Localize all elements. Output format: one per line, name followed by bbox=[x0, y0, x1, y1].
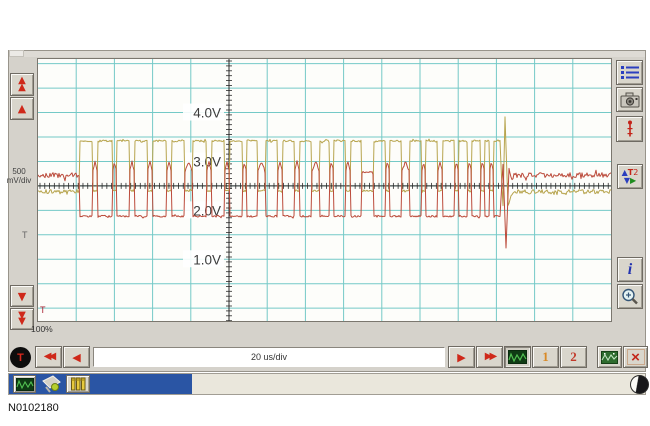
cursor-marker-icon bbox=[619, 119, 641, 139]
trigger-mode-button[interactable]: T bbox=[10, 347, 31, 368]
waveform-screen-icon bbox=[508, 350, 527, 364]
waveform-screen-icon bbox=[16, 378, 34, 391]
capture-screen-icon bbox=[601, 351, 618, 364]
trigger-level-marker: T bbox=[22, 230, 28, 240]
channel-2-button[interactable]: 2 bbox=[560, 346, 587, 368]
svg-text:1.0V: 1.0V bbox=[193, 252, 221, 267]
progress-fill bbox=[9, 374, 192, 394]
timebase-field: 20 us/div bbox=[93, 347, 445, 367]
channel-1-label: 1 bbox=[542, 349, 549, 365]
probe-icon bbox=[39, 374, 64, 394]
screen: ▲ ▲ ▲ 500 mV/div T ▼ ▼ ▼ 100% 4.0V3.0V2.… bbox=[0, 0, 650, 426]
channel-2-label: 2 bbox=[570, 349, 577, 365]
figure-label: N0102180 bbox=[8, 402, 59, 414]
close-x-icon: × bbox=[627, 349, 645, 365]
channel-1-button[interactable]: 1 bbox=[532, 346, 559, 368]
play-button[interactable]: ▶ bbox=[448, 346, 475, 368]
play-icon: ▶ bbox=[457, 352, 465, 363]
down-arrow-icon: ▼ bbox=[18, 291, 26, 302]
capture-button[interactable] bbox=[597, 346, 622, 368]
info-button[interactable]: i bbox=[617, 257, 643, 282]
waveform-plot: 4.0V3.0V2.0V1.0V bbox=[38, 59, 611, 321]
zoom-in-icon bbox=[620, 287, 640, 307]
snapshot-button[interactable] bbox=[616, 87, 643, 112]
status-bar bbox=[8, 373, 646, 395]
fast-forward-icon: ▶▶ bbox=[485, 352, 494, 362]
status-connector-button[interactable] bbox=[66, 375, 90, 393]
back-arrow-icon: ◀ bbox=[72, 352, 80, 363]
cursor-button[interactable] bbox=[616, 116, 643, 142]
double-down-arrow-icon: ▼ bbox=[18, 319, 26, 326]
trigger-t-label: T bbox=[17, 352, 24, 364]
vertical-scale-label: 500 mV/div bbox=[3, 167, 35, 185]
window-top-tab bbox=[9, 50, 24, 57]
step-back-button[interactable]: ◀ bbox=[63, 346, 90, 368]
scale-up-fast-button[interactable]: ▲ ▲ bbox=[10, 73, 34, 96]
timebase-value: 20 us/div bbox=[251, 352, 287, 362]
up-arrow-icon: ▲ bbox=[18, 103, 26, 114]
rewind-icon: ◀◀ bbox=[44, 352, 53, 362]
double-up-arrow-icon: ▲ bbox=[18, 85, 26, 92]
status-probe-button[interactable] bbox=[39, 374, 64, 394]
trigger-time-marker: T bbox=[40, 305, 46, 315]
live-view-button[interactable] bbox=[504, 346, 531, 368]
vertical-scale-value: 500 bbox=[3, 167, 35, 176]
info-icon: i bbox=[628, 261, 632, 279]
rewind-button[interactable]: ◀◀ bbox=[35, 346, 62, 368]
zoom-in-button[interactable] bbox=[617, 284, 643, 309]
trigger-slope-icon: ▶ bbox=[630, 176, 636, 185]
scale-up-button[interactable]: ▲ bbox=[10, 97, 34, 120]
camera-icon bbox=[619, 90, 641, 109]
close-capture-button[interactable]: × bbox=[623, 346, 648, 368]
scale-down-button[interactable]: ▼ bbox=[10, 285, 34, 307]
zoom-level-label: 100% bbox=[31, 324, 53, 334]
list-icon bbox=[620, 64, 640, 82]
status-waveform-button[interactable] bbox=[13, 375, 36, 393]
svg-text:4.0V: 4.0V bbox=[193, 106, 221, 121]
vertical-scale-unit: mV/div bbox=[3, 176, 35, 185]
measurement-list-button[interactable] bbox=[616, 60, 643, 85]
connector-pins-icon bbox=[70, 377, 87, 391]
trigger-settings-button[interactable]: ▲T2 ▼▶ bbox=[617, 164, 643, 189]
trigger-settings-icon: ▲T2 ▼▶ bbox=[622, 169, 639, 185]
scope-display: 4.0V3.0V2.0V1.0V T bbox=[37, 58, 612, 322]
close-glyph: × bbox=[631, 350, 640, 365]
contrast-icon[interactable] bbox=[630, 375, 649, 394]
window-top-edge bbox=[9, 51, 645, 57]
fast-forward-button[interactable]: ▶▶ bbox=[476, 346, 503, 368]
